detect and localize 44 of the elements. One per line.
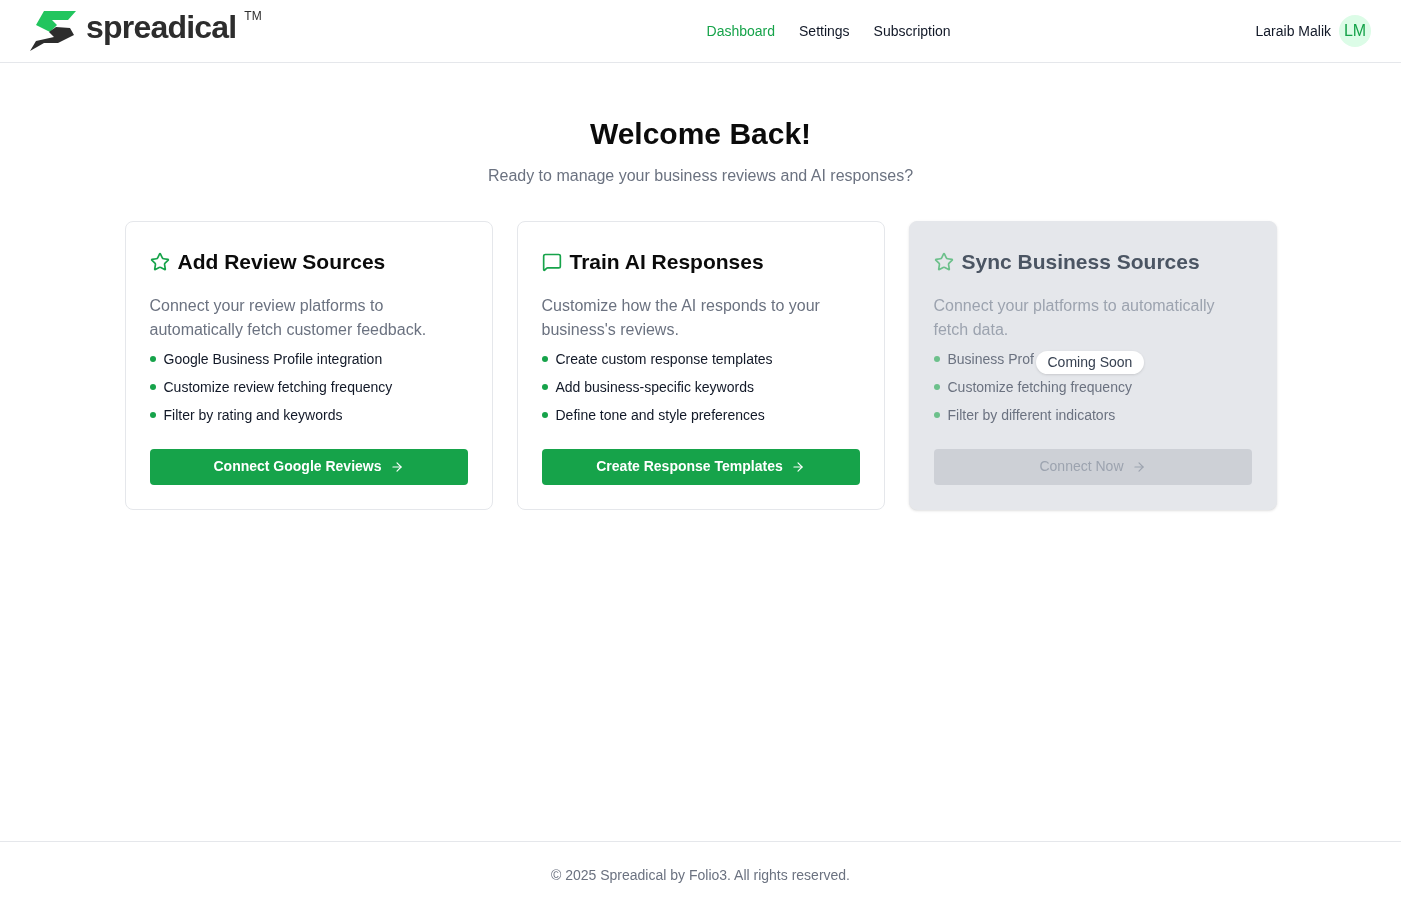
card-description: Customize how the AI responds to your business's reviews.: [541, 295, 821, 340]
card-title: Sync Business Sources: [961, 249, 1200, 275]
nav-link[interactable]: Dashboard: [706, 20, 775, 42]
arrow-icon: [790, 459, 805, 474]
chat-icon: [541, 251, 562, 272]
bullet-icon: [149, 384, 156, 390]
feature-text: Define tone and style preferences: [555, 405, 765, 425]
bullet-icon: [933, 356, 940, 362]
arrow-icon: [1131, 459, 1146, 474]
feature-text: Filter by rating and keywords: [163, 405, 343, 425]
bullet-icon: [149, 412, 156, 418]
feature-text: Create custom response templates: [555, 349, 773, 369]
trademark: TM: [244, 8, 262, 25]
feature-text: Add business-specific keywords: [555, 377, 754, 397]
bullet-icon: [541, 356, 548, 362]
feature-text: Customize fetching frequency: [947, 377, 1132, 397]
user-name: Laraib Malik: [1255, 21, 1331, 41]
bullet-icon: [933, 384, 940, 390]
coming-soon-badge: Coming Soon: [1035, 351, 1145, 374]
card-description: Connect your review platforms to automatically fetch customer feedback.: [149, 295, 428, 340]
bullet-icon: [541, 412, 548, 418]
nav-link[interactable]: Subscription: [873, 20, 951, 42]
bullet-icon: [933, 412, 940, 418]
feature-text: Filter by different indicators: [947, 405, 1116, 425]
user-avatar[interactable]: LM: [1339, 15, 1371, 47]
action-button[interactable]: Connect Google Reviews: [149, 448, 468, 485]
brand-name: spreadical: [86, 11, 237, 43]
action-button[interactable]: Create Response Templates: [541, 448, 860, 485]
card-title: Train AI Responses: [569, 249, 764, 275]
logo-icon: [30, 11, 78, 51]
arrow-icon: [389, 459, 404, 474]
star-icon: [149, 251, 170, 272]
feature-text: Customize review fetching frequency: [163, 377, 393, 397]
bullet-icon: [541, 384, 548, 390]
star-icon: [933, 251, 954, 272]
feature-text: Business Prof: [947, 349, 1034, 369]
page-subtitle: Ready to manage your business reviews and AI responses?: [487, 166, 914, 186]
nav-link[interactable]: Settings: [799, 20, 850, 42]
card-title: Add Review Sources: [177, 249, 386, 275]
footer-text: © 2025 Spreadical by Folio3. All rights reserved.: [551, 865, 850, 885]
card-description: Connect your platforms to automatically fetch data.: [933, 295, 1216, 340]
feature-text: Google Business Profile integration: [163, 349, 383, 369]
page-title: Welcome Back!: [589, 116, 812, 152]
bullet-icon: [149, 356, 156, 362]
